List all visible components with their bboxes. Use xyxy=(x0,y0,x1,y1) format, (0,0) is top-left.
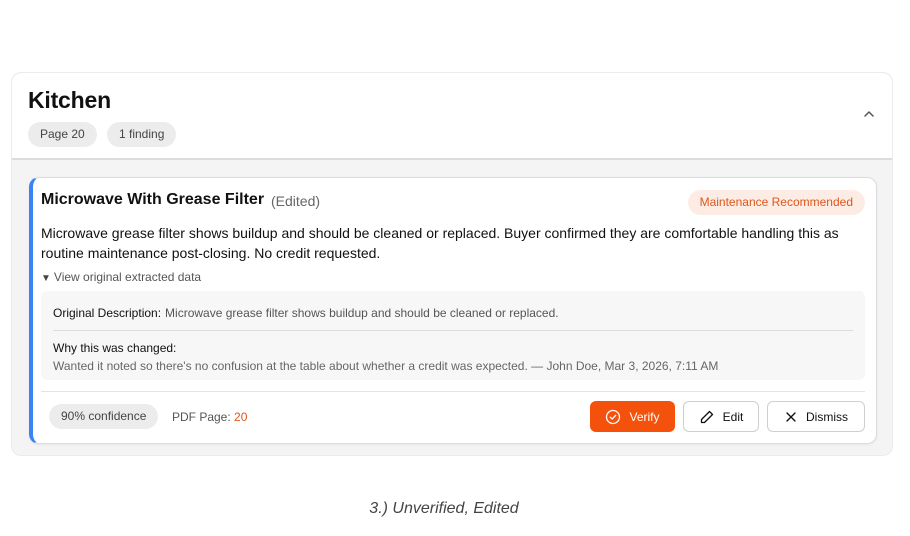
chevron-up-icon[interactable] xyxy=(862,107,876,121)
close-icon xyxy=(784,410,798,424)
section-title: Kitchen xyxy=(28,87,111,113)
status-badge: Maintenance Recommended xyxy=(687,190,865,215)
kitchen-section: Kitchen Page 20 1 finding Microwave With… xyxy=(11,72,893,456)
dismiss-button[interactable]: Dismiss xyxy=(767,401,865,432)
divider xyxy=(53,330,853,331)
verify-label: Verify xyxy=(629,409,660,424)
edit-label: Edit xyxy=(722,409,744,424)
edit-button[interactable]: Edit xyxy=(683,401,759,432)
finding-title: Microwave With Grease Filter xyxy=(41,191,265,208)
why-changed-label: Why this was changed: xyxy=(53,341,177,355)
confidence-badge: 90% confidence xyxy=(49,404,159,429)
check-circle-icon xyxy=(605,409,621,425)
pdf-page-info: PDF Page: 20 xyxy=(172,410,247,424)
original-description-row: Original Description: Microwave grease fi… xyxy=(53,306,559,320)
divider xyxy=(41,391,865,392)
original-description-text: Microwave grease filter shows buildup an… xyxy=(165,306,559,320)
dismiss-label: Dismiss xyxy=(806,409,848,424)
toggle-label: View original extracted data xyxy=(53,270,202,284)
verify-button[interactable]: Verify xyxy=(590,401,675,432)
pdf-page-label: PDF Page: xyxy=(172,410,231,424)
page-chip: Page 20 xyxy=(28,122,97,147)
finding-count-chip: 1 finding xyxy=(107,122,177,147)
finding-card: Microwave With Grease Filter (Edited) Ma… xyxy=(29,177,877,444)
original-data-panel: Original Description: Microwave grease fi… xyxy=(41,291,865,380)
caret-down-icon: ▼ xyxy=(41,273,51,284)
why-changed-text: Wanted it noted so there's no confusion … xyxy=(53,359,719,373)
figure-caption: 3.) Unverified, Edited xyxy=(369,500,519,517)
pdf-page-link[interactable]: 20 xyxy=(234,410,247,424)
finding-description: Microwave grease filter shows buildup an… xyxy=(41,225,839,261)
section-header[interactable]: Kitchen Page 20 1 finding xyxy=(12,73,892,160)
view-original-toggle[interactable]: ▼ View original extracted data xyxy=(41,270,201,284)
edited-label: (Edited) xyxy=(271,193,321,209)
original-description-label: Original Description: xyxy=(53,306,162,320)
pencil-icon xyxy=(699,409,715,425)
